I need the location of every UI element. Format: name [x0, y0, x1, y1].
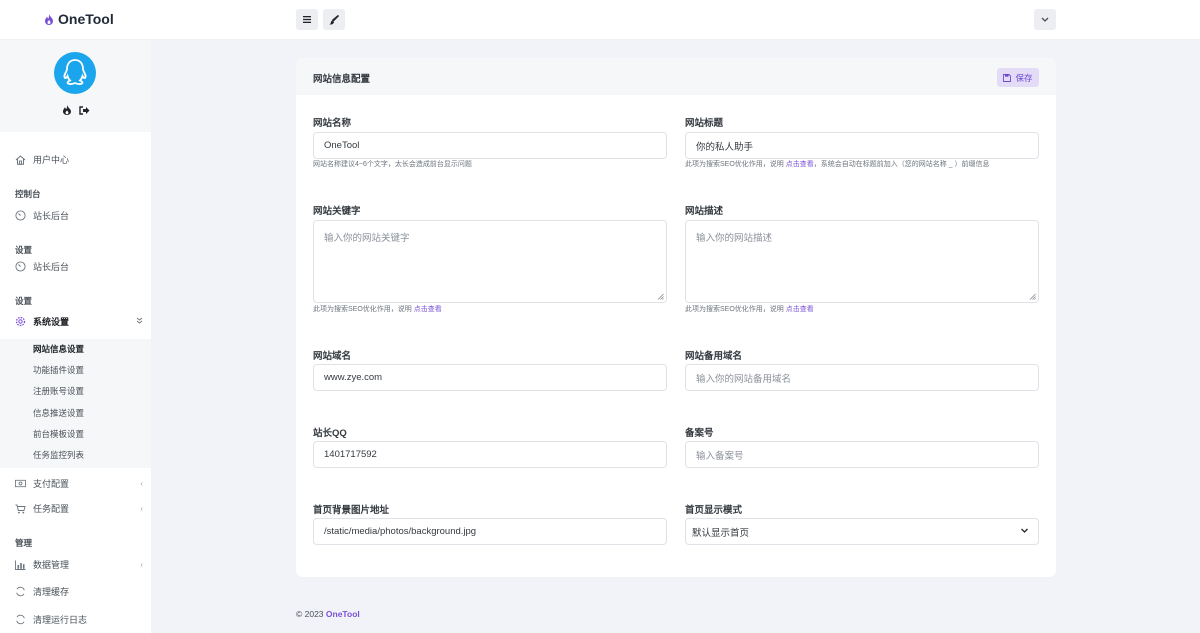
- domain-label: 网站域名: [313, 351, 352, 362]
- resize-handle-icon[interactable]: [1029, 293, 1036, 300]
- view-link[interactable]: 点击查看: [786, 161, 814, 168]
- view-link[interactable]: 点击查看: [786, 306, 814, 313]
- description-help: 此项为搜索SEO优化作用，说明 点击查看: [685, 306, 814, 313]
- chevron-left-icon: ‹: [140, 560, 143, 569]
- site-title-help: 此项为搜索SEO优化作用，说明 点击查看，系统会自动在标题前加入（您的网站名称 …: [685, 161, 990, 168]
- sidebar-item-task-config[interactable]: 任务配置 ‹: [15, 502, 143, 515]
- dashboard-gauge-icon: [15, 261, 26, 272]
- site-config-card: 网站信息配置 保存 网站名称 OneTool 网站名称建议4~6个文字，太长会造…: [296, 58, 1056, 577]
- backup-domain-input[interactable]: 输入你的网站备用域名: [685, 364, 1039, 391]
- submenu-site-info[interactable]: 网站信息设置: [33, 343, 84, 355]
- sidebar-item-pay-config[interactable]: 支付配置 ‹: [15, 477, 143, 490]
- sidebar-item-clear-logs[interactable]: 清理运行日志: [15, 613, 143, 626]
- chevron-down-icon: [1041, 17, 1049, 22]
- site-title-input[interactable]: 你的私人助手: [685, 132, 1039, 159]
- sidebar-item-clear-cache[interactable]: 清理缓存: [15, 585, 143, 598]
- submenu-plugins[interactable]: 功能插件设置: [33, 364, 84, 376]
- description-label: 网站描述: [685, 206, 724, 217]
- qq-input[interactable]: 1401717592: [313, 441, 667, 468]
- bg-image-label: 首页背景图片地址: [313, 505, 390, 516]
- theme-button[interactable]: [323, 9, 345, 30]
- gear-icon: [15, 316, 26, 327]
- refresh-icon: [15, 586, 26, 597]
- bar-chart-icon: [15, 559, 26, 570]
- refresh-icon: [15, 614, 26, 625]
- dashboard-gauge-icon: [15, 210, 26, 221]
- footer: © 2023 OneTool: [296, 609, 360, 619]
- cart-icon: [15, 503, 26, 514]
- section-settings: 设置: [15, 245, 33, 255]
- sidebar-item-data-manage[interactable]: 数据管理 ‹: [15, 558, 143, 571]
- sidebar-toggle-button[interactable]: [296, 9, 318, 30]
- sidebar: 用户中心 控制台 站长后台 设置 站长后台 设置 系统设置 网站信息设置 功能插…: [0, 40, 151, 633]
- sidebar-item-user-center[interactable]: 用户中心: [15, 153, 143, 166]
- brand[interactable]: OneTool: [45, 11, 114, 27]
- view-link[interactable]: 点击查看: [414, 306, 442, 313]
- sidebar-profile: [0, 40, 151, 132]
- brand-name: OneTool: [58, 11, 114, 27]
- sidebar-item-system-settings[interactable]: 系统设置: [15, 315, 143, 328]
- resize-handle-icon[interactable]: [657, 293, 664, 300]
- user-dropdown-button[interactable]: [1034, 9, 1056, 30]
- bg-image-input[interactable]: /static/media/photos/background.jpg: [313, 518, 667, 545]
- chevron-double-down-icon: [136, 317, 143, 326]
- section-settings-2: 设置: [15, 296, 33, 306]
- site-name-input[interactable]: OneTool: [313, 132, 667, 159]
- card-title: 网站信息配置: [313, 74, 371, 85]
- profile-actions: [63, 105, 90, 115]
- qq-penguin-icon: [63, 59, 87, 85]
- save-button[interactable]: 保存: [997, 68, 1039, 87]
- sidebar-item-console-dashboard[interactable]: 站长后台: [15, 209, 143, 222]
- site-title-label: 网站标题: [685, 118, 724, 129]
- chevron-left-icon: ‹: [140, 504, 143, 513]
- menu-icon: [303, 16, 311, 23]
- submenu-push[interactable]: 信息推送设置: [33, 407, 84, 419]
- icp-label: 备案号: [685, 428, 714, 439]
- save-icon: [1003, 73, 1012, 82]
- site-name-label: 网站名称: [313, 118, 352, 129]
- keywords-label: 网站关键字: [313, 206, 361, 217]
- money-icon: [15, 478, 26, 489]
- sidebar-item-settings-dashboard[interactable]: 站长后台: [15, 260, 143, 273]
- keywords-textarea[interactable]: 输入你的网站关键字: [313, 220, 667, 303]
- paintbrush-icon: [329, 14, 339, 25]
- keywords-help: 此项为搜索SEO优化作用，说明 点击查看: [313, 306, 442, 313]
- footer-brand-link[interactable]: OneTool: [326, 609, 360, 619]
- backup-domain-label: 网站备用域名: [685, 351, 743, 362]
- qq-label: 站长QQ: [313, 428, 347, 439]
- card-header: 网站信息配置 保存: [296, 58, 1056, 95]
- section-console: 控制台: [15, 189, 41, 199]
- chevron-down-icon: [1021, 528, 1028, 533]
- top-header: OneTool: [0, 0, 1200, 40]
- home-icon: [15, 154, 26, 165]
- submenu-templates[interactable]: 前台模板设置: [33, 428, 84, 440]
- display-mode-select[interactable]: 默认显示首页: [685, 518, 1039, 545]
- submenu-register[interactable]: 注册账号设置: [33, 385, 84, 397]
- section-manage: 管理: [15, 538, 33, 548]
- chevron-left-icon: ‹: [140, 479, 143, 488]
- icp-input[interactable]: 输入备案号: [685, 441, 1039, 468]
- domain-input[interactable]: www.zye.com: [313, 364, 667, 391]
- display-mode-label: 首页显示模式: [685, 505, 743, 516]
- submenu-task-monitor[interactable]: 任务监控列表: [33, 449, 84, 461]
- logout-icon[interactable]: [79, 105, 90, 115]
- description-textarea[interactable]: 输入你的网站描述: [685, 220, 1039, 303]
- flame-icon[interactable]: [63, 105, 71, 115]
- flame-logo-icon: [45, 13, 53, 25]
- site-name-help: 网站名称建议4~6个文字，太长会造成前台显示问题: [313, 161, 472, 168]
- avatar[interactable]: [54, 52, 96, 94]
- system-settings-submenu: 网站信息设置 功能插件设置 注册账号设置 信息推送设置 前台模板设置 任务监控列…: [0, 339, 151, 468]
